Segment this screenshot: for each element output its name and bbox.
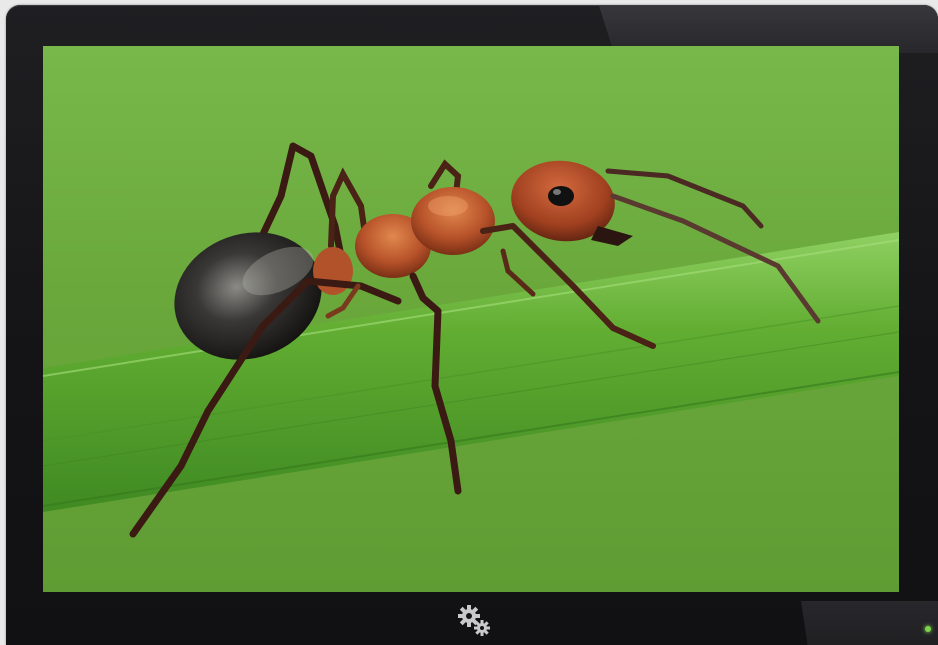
- display-screen: [43, 46, 899, 592]
- ant-photo: [43, 46, 899, 592]
- ant-eye: [548, 186, 574, 206]
- settings-gears-button[interactable]: [455, 604, 495, 638]
- gears-icon: [458, 605, 490, 636]
- bezel-glare-bottom: [801, 601, 938, 645]
- power-led: [925, 626, 931, 632]
